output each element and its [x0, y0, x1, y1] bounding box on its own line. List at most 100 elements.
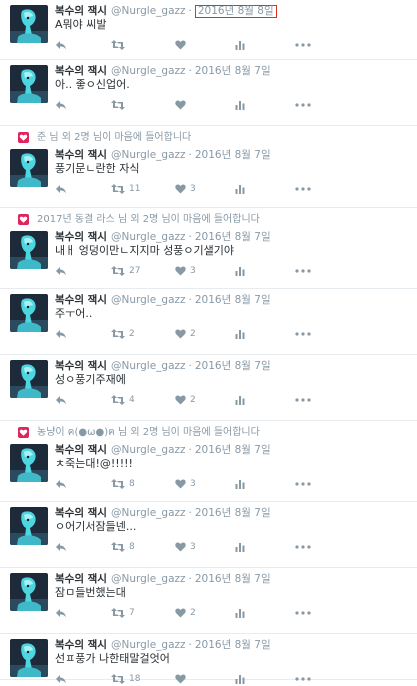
retweet-button[interactable]: 18: [111, 672, 140, 686]
analytics-button[interactable]: [235, 672, 245, 686]
author-handle[interactable]: @Nurgle_gazz: [111, 149, 186, 161]
tweet[interactable]: 2017년 동결 라스 님 외 2명 님이 마음에 들어합니다 복수의 잭시 @N…: [0, 208, 417, 289]
author-name[interactable]: 복수의 잭시: [55, 294, 107, 306]
more-button[interactable]: [295, 606, 311, 620]
author-handle[interactable]: @Nurgle_gazz: [111, 444, 186, 456]
tweet[interactable]: 복수의 잭시 @Nurgle_gazz · 2016년 8월 7일 선ㅍ풍가 나한태말걸…: [0, 634, 417, 684]
author-name[interactable]: 복수의 잭시: [55, 507, 107, 519]
more-button[interactable]: [295, 540, 311, 554]
author-name[interactable]: 복수의 잭시: [55, 639, 107, 651]
like-button[interactable]: [175, 98, 190, 112]
reply-button[interactable]: [55, 477, 67, 491]
avatar[interactable]: [10, 360, 48, 398]
tweet-date[interactable]: 2016년 8월 7일: [195, 294, 271, 306]
author-name[interactable]: 복수의 잭시: [55, 149, 107, 161]
tweet-date[interactable]: 2016년 8월 7일: [195, 639, 271, 651]
author-handle[interactable]: @Nurgle_gazz: [111, 573, 186, 585]
retweet-button[interactable]: [111, 38, 129, 52]
like-button[interactable]: 2: [175, 393, 196, 407]
reply-button[interactable]: [55, 98, 67, 112]
more-button[interactable]: [295, 98, 311, 112]
avatar[interactable]: [10, 573, 48, 611]
tweet[interactable]: 복수의 잭시 @Nurgle_gazz · 2016년 8월 7일 아.. 좋ㅇ신업어.: [0, 60, 417, 126]
tweet[interactable]: 복수의 잭시 @Nurgle_gazz · 2016년 8월 8일 A뭐야 씨발: [0, 0, 417, 60]
tweet[interactable]: 복수의 잭시 @Nurgle_gazz · 2016년 8월 7일 잠ㅁ들번했는대 7 2: [0, 568, 417, 634]
tweet[interactable]: 복수의 잭시 @Nurgle_gazz · 2016년 8월 7일 성ㅇ풍기주재에 4 2: [0, 355, 417, 421]
like-button[interactable]: 3: [175, 182, 196, 196]
like-button[interactable]: 2: [175, 606, 196, 620]
tweet[interactable]: 복수의 잭시 @Nurgle_gazz · 2016년 8월 7일 ㅇ어기서잠들넨...…: [0, 502, 417, 568]
author-handle[interactable]: @Nurgle_gazz: [111, 639, 186, 651]
like-button[interactable]: [175, 672, 190, 686]
avatar[interactable]: [10, 65, 48, 103]
author-handle[interactable]: @Nurgle_gazz: [111, 294, 186, 306]
analytics-button[interactable]: [235, 38, 245, 52]
more-button[interactable]: [295, 477, 311, 491]
tweet-date[interactable]: 2016년 8월 7일: [195, 360, 271, 372]
author-handle[interactable]: @Nurgle_gazz: [111, 65, 186, 77]
analytics-button[interactable]: [235, 182, 245, 196]
author-name[interactable]: 복수의 잭시: [55, 5, 107, 17]
analytics-button[interactable]: [235, 327, 245, 341]
tweet-date[interactable]: 2016년 8월 7일: [195, 149, 271, 161]
retweet-button[interactable]: 7: [111, 606, 135, 620]
author-name[interactable]: 복수의 잭시: [55, 231, 107, 243]
tweet-date[interactable]: 2016년 8월 7일: [195, 573, 271, 585]
reply-button[interactable]: [55, 540, 67, 554]
analytics-button[interactable]: [235, 264, 245, 278]
avatar[interactable]: [10, 231, 48, 269]
analytics-button[interactable]: [235, 540, 245, 554]
retweet-button[interactable]: 8: [111, 540, 135, 554]
author-handle[interactable]: @Nurgle_gazz: [111, 360, 186, 372]
reply-button[interactable]: [55, 606, 67, 620]
reply-button[interactable]: [55, 672, 67, 686]
avatar[interactable]: [10, 149, 48, 187]
retweet-button[interactable]: 27: [111, 264, 140, 278]
more-button[interactable]: [295, 327, 311, 341]
reply-button[interactable]: [55, 327, 67, 341]
author-name[interactable]: 복수의 잭시: [55, 573, 107, 585]
like-button[interactable]: 3: [175, 264, 196, 278]
like-button[interactable]: [175, 38, 190, 52]
author-handle[interactable]: @Nurgle_gazz: [111, 231, 186, 243]
avatar[interactable]: [10, 507, 48, 545]
retweet-button[interactable]: [111, 98, 129, 112]
author-handle[interactable]: @Nurgle_gazz: [111, 5, 186, 17]
tweet-date[interactable]: 2016년 8월 8일: [194, 5, 277, 18]
more-button[interactable]: [295, 38, 311, 52]
analytics-button[interactable]: [235, 393, 245, 407]
tweet[interactable]: 농냥이 ฅ(●ω●)ฅ 님 외 2명 님이 마음에 들어합니다 복수의 잭시 @N…: [0, 421, 417, 502]
more-button[interactable]: [295, 264, 311, 278]
retweet-button[interactable]: 8: [111, 477, 135, 491]
author-name[interactable]: 복수의 잭시: [55, 360, 107, 372]
reply-button[interactable]: [55, 393, 67, 407]
author-name[interactable]: 복수의 잭시: [55, 444, 107, 456]
reply-button[interactable]: [55, 264, 67, 278]
tweet[interactable]: 복수의 잭시 @Nurgle_gazz · 2016년 8월 7일 주ㅜ어.. 2 2: [0, 289, 417, 355]
retweet-button[interactable]: 4: [111, 393, 135, 407]
author-name[interactable]: 복수의 잭시: [55, 65, 107, 77]
like-button[interactable]: 3: [175, 540, 196, 554]
avatar[interactable]: [10, 444, 48, 482]
like-button[interactable]: 3: [175, 477, 196, 491]
tweet[interactable]: 준 님 외 2명 님이 마음에 들어합니다 복수의 잭시 @Nurgle_gazz…: [0, 126, 417, 208]
analytics-button[interactable]: [235, 606, 245, 620]
more-button[interactable]: [295, 393, 311, 407]
avatar[interactable]: [10, 294, 48, 332]
avatar[interactable]: [10, 639, 48, 677]
like-button[interactable]: 2: [175, 327, 196, 341]
more-button[interactable]: [295, 672, 311, 686]
reply-button[interactable]: [55, 182, 67, 196]
tweet-date[interactable]: 2016년 8월 7일: [195, 507, 271, 519]
analytics-button[interactable]: [235, 98, 245, 112]
reply-button[interactable]: [55, 38, 67, 52]
tweet-date[interactable]: 2016년 8월 7일: [195, 65, 271, 77]
retweet-button[interactable]: 2: [111, 327, 135, 341]
tweet-date[interactable]: 2016년 8월 7일: [195, 444, 271, 456]
avatar[interactable]: [10, 5, 48, 43]
tweet-date[interactable]: 2016년 8월 7일: [195, 231, 271, 243]
retweet-button[interactable]: 11: [111, 182, 140, 196]
analytics-button[interactable]: [235, 477, 245, 491]
more-button[interactable]: [295, 182, 311, 196]
author-handle[interactable]: @Nurgle_gazz: [111, 507, 186, 519]
